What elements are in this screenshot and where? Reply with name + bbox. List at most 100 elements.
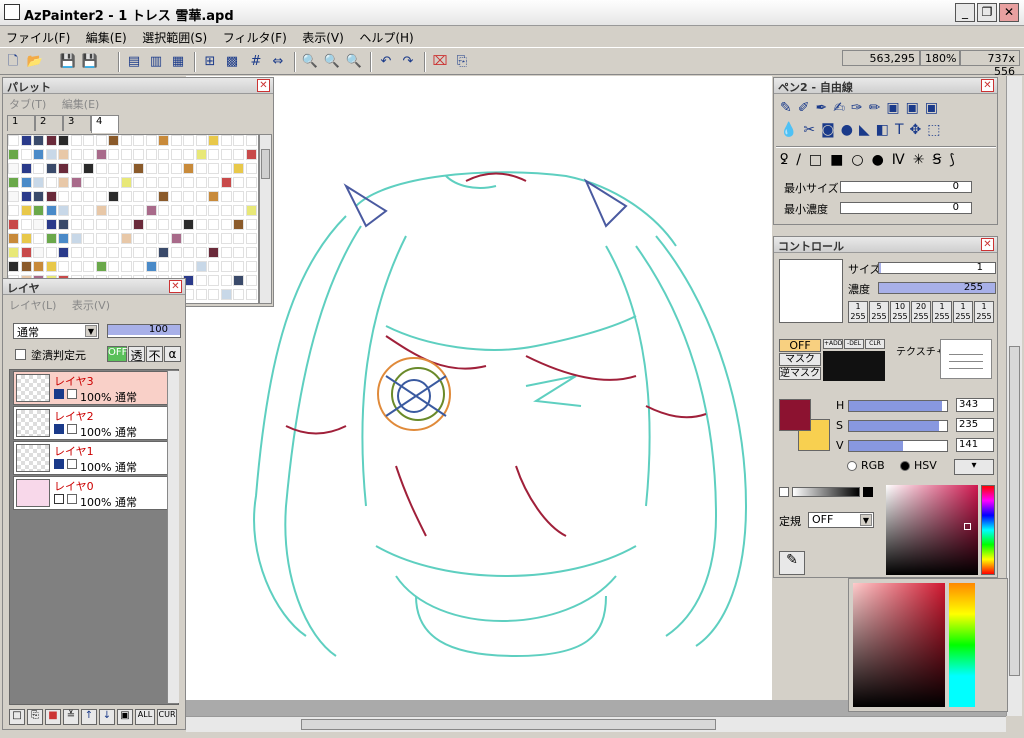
palette-swatch[interactable]	[8, 205, 19, 216]
palette-swatch[interactable]	[45, 205, 57, 216]
palette-swatch[interactable]	[20, 205, 32, 216]
fine-grid-icon[interactable]: #	[246, 52, 266, 72]
vscroll-thumb[interactable]	[1009, 346, 1020, 676]
palette-swatch[interactable]	[58, 247, 69, 258]
density-slider[interactable]: 255	[878, 282, 996, 294]
palette-swatch[interactable]	[183, 163, 194, 174]
h-slider[interactable]	[848, 400, 948, 412]
palette-swatch[interactable]	[20, 191, 32, 202]
maximize-button[interactable]: ❐	[977, 3, 997, 22]
palette-swatch[interactable]	[8, 149, 19, 160]
palette-swatch[interactable]	[45, 247, 57, 258]
palette-swatch[interactable]	[120, 177, 132, 188]
checker-icon[interactable]: ▩	[222, 52, 242, 72]
palette-swatch[interactable]	[220, 135, 232, 146]
opacity-slider[interactable]: 100	[107, 324, 181, 338]
palette-swatch[interactable]	[183, 149, 194, 160]
palette-swatch[interactable]	[83, 205, 94, 216]
palette-swatch[interactable]	[58, 177, 69, 188]
palette-swatch[interactable]	[220, 191, 232, 202]
v-value[interactable]: 141	[956, 438, 994, 452]
palette-swatch[interactable]	[220, 247, 232, 258]
min-density-slider[interactable]: 0	[840, 202, 972, 214]
palette-swatch[interactable]	[83, 233, 94, 244]
palette-swatch[interactable]	[145, 191, 157, 202]
undo-icon[interactable]: ↶	[376, 52, 396, 72]
palette-swatch[interactable]	[120, 233, 132, 244]
palette-swatch[interactable]	[195, 289, 207, 300]
palette-swatch[interactable]	[33, 191, 44, 202]
palette-swatch[interactable]	[183, 261, 194, 272]
palette-swatch[interactable]	[45, 149, 57, 160]
palette-close-icon[interactable]: ✕	[257, 79, 270, 92]
palette-swatch[interactable]	[208, 261, 219, 272]
palette-swatch[interactable]	[8, 177, 19, 188]
palette-swatch[interactable]	[233, 149, 244, 160]
palette-swatch[interactable]	[120, 163, 132, 174]
palette-swatch[interactable]	[233, 135, 244, 146]
palette-swatch[interactable]	[208, 149, 219, 160]
preset-button[interactable]: 1 255	[932, 301, 952, 323]
chevron-down-icon[interactable]: ▼	[860, 514, 872, 526]
min-size-slider[interactable]: 0	[840, 181, 972, 193]
palette-swatch[interactable]	[158, 219, 169, 230]
palette-swatch[interactable]	[95, 163, 107, 174]
blend-mode-select[interactable]: 通常 ▼	[13, 323, 99, 339]
palette-swatch[interactable]	[120, 261, 132, 272]
palette-swatch[interactable]	[45, 191, 57, 202]
palette-swatch[interactable]	[220, 219, 232, 230]
grid-icon[interactable]: ⊞	[200, 52, 220, 72]
all-button[interactable]: ALL	[135, 709, 155, 725]
layer-props-icon[interactable]: ▣	[117, 709, 133, 725]
palette-swatch[interactable]	[158, 261, 169, 272]
palette-swatch[interactable]	[145, 233, 157, 244]
palette-swatch[interactable]	[108, 219, 119, 230]
palette-swatch[interactable]	[108, 205, 119, 216]
pen-tool-row-2[interactable]: 💧✂◙●◣◧T✥⬚	[780, 122, 994, 138]
palette-swatch[interactable]	[133, 233, 144, 244]
palette-swatch[interactable]	[58, 163, 69, 174]
palette-swatch[interactable]	[195, 177, 207, 188]
palette-swatch[interactable]	[108, 247, 119, 258]
save-icon[interactable]: 💾	[58, 52, 78, 72]
zoom-icon[interactable]: 🔍	[300, 52, 320, 72]
palette-swatch[interactable]	[108, 261, 119, 272]
palette-swatch[interactable]	[183, 233, 194, 244]
preset-button[interactable]: 1 255	[953, 301, 973, 323]
palette-swatch[interactable]	[120, 149, 132, 160]
palette-swatch[interactable]	[158, 135, 169, 146]
palette-swatch[interactable]	[195, 135, 207, 146]
black-swatch[interactable]	[863, 487, 873, 497]
ruler-select[interactable]: OFF ▼	[808, 512, 874, 528]
palette-panel-icon[interactable]: ▥	[146, 52, 166, 72]
s-slider[interactable]	[848, 420, 948, 432]
palette-swatch[interactable]	[220, 205, 232, 216]
palette-swatch[interactable]	[95, 205, 107, 216]
white-swatch[interactable]	[779, 487, 789, 497]
palette-swatch[interactable]	[95, 149, 107, 160]
palette-swatch[interactable]	[8, 135, 19, 146]
palette-swatch[interactable]	[58, 233, 69, 244]
palette-swatch[interactable]	[20, 247, 32, 258]
palette-swatch[interactable]	[83, 261, 94, 272]
palette-tab-4[interactable]: 4	[91, 115, 119, 133]
palette-swatch[interactable]	[195, 163, 207, 174]
palette-swatch[interactable]	[70, 163, 82, 174]
lock-icon[interactable]	[67, 494, 77, 504]
palette-swatch[interactable]	[233, 163, 244, 174]
palette-swatch[interactable]	[58, 135, 69, 146]
palette-swatch[interactable]	[233, 177, 244, 188]
palette-swatch[interactable]	[170, 247, 182, 258]
eyedropper-icon[interactable]: ✎	[779, 551, 805, 575]
palette-swatch[interactable]	[83, 219, 94, 230]
palette-swatch[interactable]	[120, 191, 132, 202]
move-down-icon[interactable]: ↓	[99, 709, 115, 725]
palette-swatch[interactable]	[195, 261, 207, 272]
palette-swatch[interactable]	[95, 247, 107, 258]
palette-swatch[interactable]	[245, 247, 257, 258]
palette-swatch[interactable]	[245, 191, 257, 202]
palette-swatch[interactable]	[20, 219, 32, 230]
flag-opaque-button[interactable]: 不	[146, 346, 163, 363]
palette-swatch[interactable]	[133, 177, 144, 188]
palette-swatch[interactable]	[70, 219, 82, 230]
